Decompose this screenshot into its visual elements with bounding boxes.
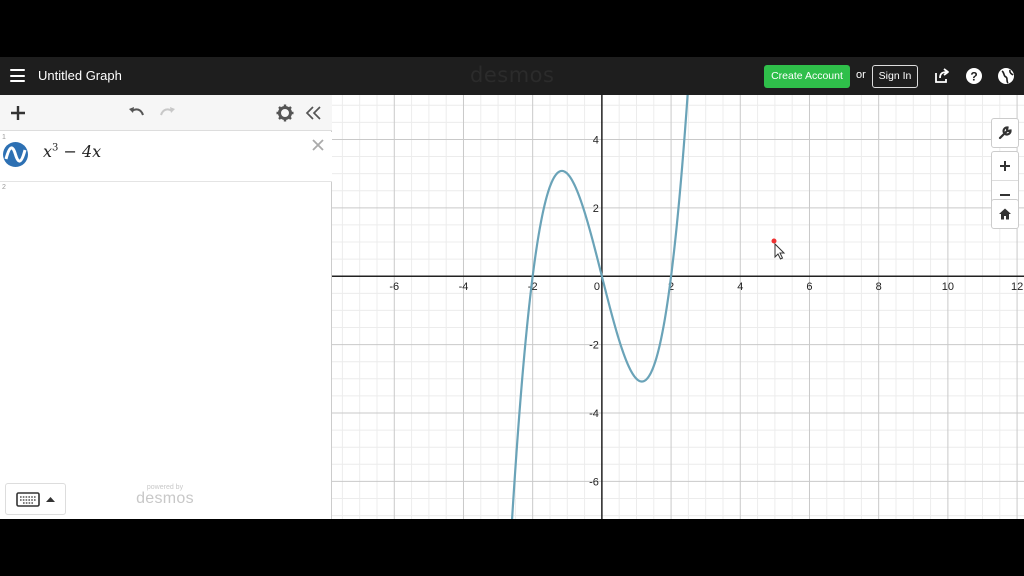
svg-text:?: ? <box>970 70 977 84</box>
share-icon[interactable] <box>933 67 951 85</box>
keyboard-icon <box>16 492 40 507</box>
expression-formula[interactable]: x3 − 4x <box>43 142 101 161</box>
y-tick-label: -2 <box>589 340 599 352</box>
sign-in-button[interactable]: Sign In <box>872 65 918 88</box>
undo-icon[interactable] <box>127 103 147 123</box>
x-tick-label: -6 <box>389 281 399 293</box>
minor-grid <box>332 95 1024 519</box>
home-icon[interactable] <box>992 200 1018 228</box>
keyboard-toggle-button[interactable] <box>5 483 66 515</box>
formula-base: x <box>43 142 53 161</box>
x-tick-label: -4 <box>459 281 469 293</box>
or-label: or <box>856 69 866 81</box>
desmos-logo: desmos <box>470 63 555 87</box>
x-tick-label: 6 <box>806 281 812 293</box>
y-tick-label: -4 <box>589 408 599 420</box>
formula-rest: − 4x <box>58 142 102 161</box>
y-tick-label: 4 <box>593 134 599 146</box>
axes <box>332 95 1024 519</box>
powered-by-desmos[interactable]: powered by desmos <box>133 484 197 508</box>
graph-canvas[interactable]: -6 -4 -2 0 2 4 6 8 10 12 4 2 -2 -4 -6 <box>332 95 1024 519</box>
globe-icon[interactable] <box>997 67 1015 85</box>
close-icon[interactable] <box>311 138 325 152</box>
zoom-in-icon[interactable] <box>992 152 1018 180</box>
create-account-button[interactable]: Create Account <box>764 65 850 88</box>
x-tick-label: 10 <box>942 281 954 293</box>
x-tick-labels: -6 -4 -2 0 2 4 6 8 10 12 <box>389 281 1023 293</box>
desmos-window: Untitled Graph desmos Create Account or … <box>0 57 1024 519</box>
gear-icon[interactable] <box>275 103 295 123</box>
menu-icon[interactable] <box>10 69 25 82</box>
add-icon[interactable] <box>8 103 28 123</box>
expression-number: 1 <box>2 134 6 141</box>
collapse-icon[interactable] <box>304 103 324 123</box>
cursor-click-dot <box>771 238 777 244</box>
wrench-icon[interactable] <box>992 119 1018 147</box>
home-box <box>991 199 1019 229</box>
x-tick-label: 0 <box>594 281 600 293</box>
x-tick-label: 12 <box>1011 281 1023 293</box>
expression-row[interactable]: 1 x3 − 4x <box>0 132 332 182</box>
expression-toolbar <box>0 95 332 131</box>
y-tick-labels: 4 2 -2 -4 -6 <box>589 134 599 488</box>
curve-color-icon[interactable] <box>3 142 28 167</box>
empty-expression-number[interactable]: 2 <box>2 184 6 191</box>
x-tick-label: 8 <box>876 281 882 293</box>
powered-by-brand: desmos <box>136 490 194 507</box>
y-tick-label: 2 <box>593 203 599 215</box>
expression-panel: 1 x3 − 4x 2 powered by desmos <box>0 95 332 519</box>
graph-settings-box <box>991 118 1019 148</box>
help-icon[interactable]: ? <box>965 67 983 85</box>
major-grid <box>332 95 1024 519</box>
caret-up-icon <box>46 497 55 502</box>
y-tick-label: -6 <box>589 476 599 488</box>
top-bar: Untitled Graph desmos Create Account or … <box>0 57 1024 95</box>
graph-title[interactable]: Untitled Graph <box>38 68 122 83</box>
redo-icon[interactable] <box>157 103 177 123</box>
mouse-cursor-icon <box>774 242 786 260</box>
x-tick-label: 4 <box>737 281 743 293</box>
